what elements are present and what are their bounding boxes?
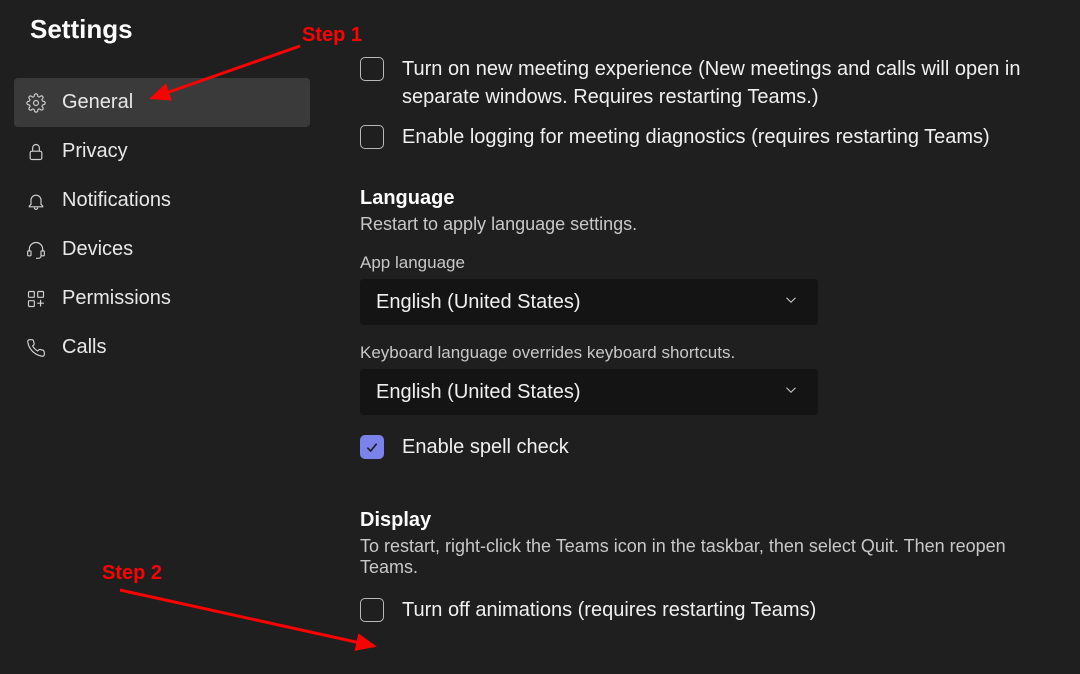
annotation-step2: Step 2 [102,562,162,585]
section-language-heading: Language [360,187,1060,210]
sidebar-item-label: Permissions [62,287,171,310]
gear-icon [26,93,46,113]
option-label: Turn off animations (requires restarting… [402,596,816,624]
sidebar-item-calls[interactable]: Calls [14,323,310,372]
page-title: Settings [30,14,133,45]
content-panel: Turn on new meeting experience (New meet… [360,55,1060,636]
sidebar-item-label: Privacy [62,140,128,163]
app-language-select[interactable]: English (United States) [360,279,818,325]
section-display-heading: Display [360,509,1060,532]
select-value: English (United States) [376,291,581,314]
bell-icon [26,191,46,211]
option-label: Enable logging for meeting diagnostics (… [402,123,990,151]
annotation-step1: Step 1 [302,24,362,47]
keyboard-language-select[interactable]: English (United States) [360,369,818,415]
option-logging: Enable logging for meeting diagnostics (… [360,123,1060,151]
sidebar-item-permissions[interactable]: Permissions [14,274,310,323]
sidebar-item-devices[interactable]: Devices [14,225,310,274]
sidebar: General Privacy Notifications Devices Pe… [14,78,310,372]
option-new-meeting: Turn on new meeting experience (New meet… [360,55,1060,111]
apps-icon [26,289,46,309]
section-language-sub: Restart to apply language settings. [360,214,1060,235]
option-turn-off-animations: Turn off animations (requires restarting… [360,596,1060,624]
sidebar-item-general[interactable]: General [14,78,310,127]
sidebar-item-privacy[interactable]: Privacy [14,127,310,176]
section-display-sub: To restart, right-click the Teams icon i… [360,536,1060,578]
checkbox-spellcheck[interactable] [360,435,384,459]
annotation-arrow-2 [112,582,392,662]
lock-icon [26,142,46,162]
chevron-down-icon [782,291,800,314]
sidebar-item-label: General [62,91,133,114]
sidebar-item-label: Calls [62,336,106,359]
app-language-label: App language [360,253,1060,273]
headset-icon [26,240,46,260]
keyboard-language-label: Keyboard language overrides keyboard sho… [360,343,1060,363]
checkbox-logging[interactable] [360,125,384,149]
option-spellcheck: Enable spell check [360,433,1060,461]
chevron-down-icon [782,381,800,404]
checkbox-new-meeting[interactable] [360,57,384,81]
option-label: Enable spell check [402,433,569,461]
checkbox-turn-off-animations[interactable] [360,598,384,622]
option-label: Turn on new meeting experience (New meet… [402,55,1060,111]
select-value: English (United States) [376,381,581,404]
sidebar-item-notifications[interactable]: Notifications [14,176,310,225]
sidebar-item-label: Notifications [62,189,171,212]
phone-icon [26,338,46,358]
sidebar-item-label: Devices [62,238,133,261]
